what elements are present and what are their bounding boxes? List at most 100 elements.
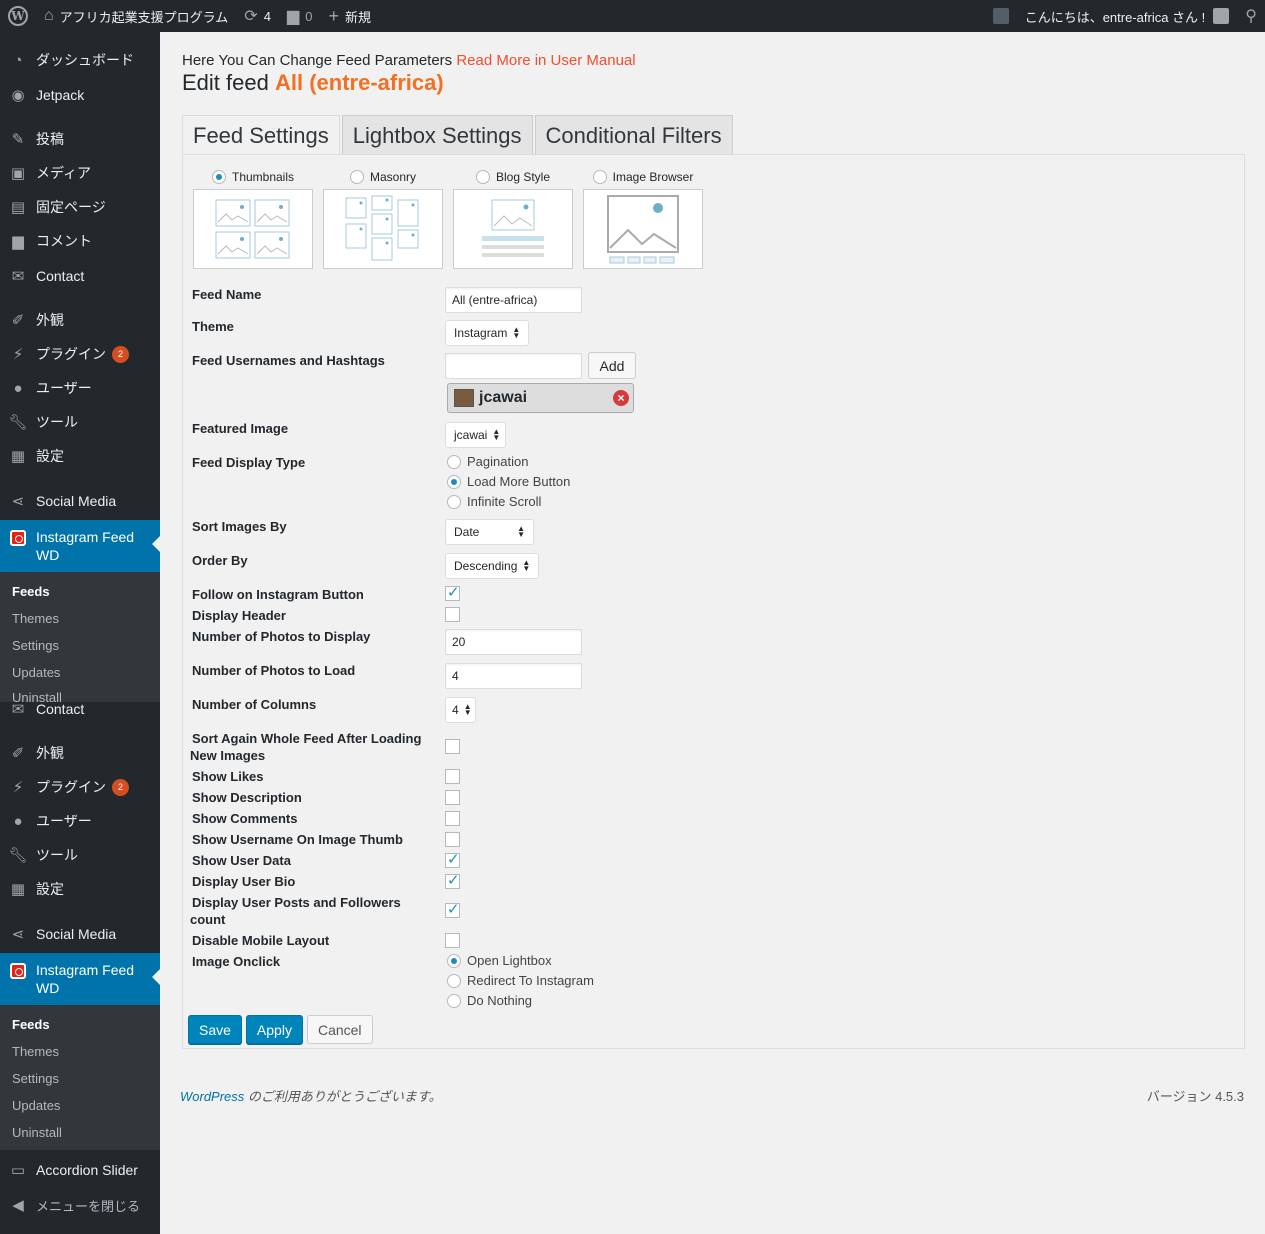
radio-button[interactable] [447,474,461,489]
submenu-uninstall[interactable]: Uninstall [12,1125,62,1140]
select-arrows-icon: ▲ ▼ [522,558,531,573]
feed-name-input[interactable]: All (entre-africa) [445,287,582,313]
menu-users-2[interactable]: ● ユーザー [0,804,160,838]
submenu-updates[interactable]: Updates [12,1098,60,1113]
mobile-layout-checkbox[interactable] [445,933,460,948]
onclick-do-nothing[interactable]: Do Nothing [447,993,532,1008]
sort-images-select[interactable]: Date ▲ ▼ [445,519,534,545]
menu-pages[interactable]: ▤ 固定ページ [0,190,160,224]
layout-radio[interactable] [349,170,364,184]
tab-lightbox-settings[interactable]: Lightbox Settings [341,115,533,155]
menu-plugins[interactable]: ⚡ プラグイン 2 [0,337,160,371]
cancel-button[interactable]: Cancel [306,1015,373,1044]
collapse-menu-button[interactable]: ◀ メニューを閉じる [0,1188,160,1222]
menu-social-media[interactable]: ⋖ Social Media [0,484,160,518]
show-likes-checkbox[interactable] [445,769,460,784]
display-header-checkbox[interactable] [445,607,460,622]
columns-select[interactable]: 4 ▲ ▼ [445,697,476,723]
updates-count: 4 [263,8,271,24]
layout-image-browser[interactable]: Image Browser [583,167,703,269]
menu-contact-2[interactable]: ✉ Contact [0,692,160,726]
menu-tools[interactable]: 🔧︎ ツール [0,405,160,439]
display-type-infinite-scroll[interactable]: Infinite Scroll [447,494,541,509]
display-type-load-more[interactable]: Load More Button [447,474,570,489]
menu-jetpack[interactable]: ◉ Jetpack [0,78,160,112]
photos-load-input[interactable]: 4 [445,663,582,689]
my-account-link[interactable]: こんにちは、entre-africa さん ! [1017,0,1238,32]
layout-radio[interactable] [592,170,607,184]
submenu-feeds[interactable]: Feeds [12,1017,50,1032]
display-type-pagination[interactable]: Pagination [447,454,528,469]
order-by-select[interactable]: Descending ▲ ▼ [445,553,539,579]
user-bio-checkbox[interactable] [445,871,460,889]
menu-comments[interactable]: ▆ コメント [0,224,160,258]
submenu-themes[interactable]: Themes [12,611,59,626]
posts-followers-checkbox[interactable] [445,900,460,918]
user-manual-link[interactable]: Read More in User Manual [456,52,635,69]
follow-button-checkbox[interactable] [445,583,460,601]
layout-radio[interactable] [211,170,226,184]
layout-blog-style[interactable]: Blog Style [453,167,573,269]
wp-logo-menu[interactable]: W [0,0,36,32]
menu-appearance[interactable]: ✐ 外観 [0,303,160,337]
menu-social-media-2[interactable]: ⋖ Social Media [0,917,160,951]
wordpress-link[interactable]: WordPress [180,1089,244,1104]
menu-instagram-feed-2[interactable]: Instagram Feed WD [0,953,160,1005]
menu-accordion-slider[interactable]: ▭ Accordion Slider [0,1153,160,1187]
menu-posts[interactable]: ✎ 投稿 [0,122,160,156]
comments-link[interactable]: ▆ 0 [279,0,321,32]
layout-radio[interactable] [475,170,490,184]
radio-button[interactable] [447,993,461,1008]
radio-button[interactable] [447,953,461,968]
add-username-button[interactable]: Add [588,352,636,379]
notifications-link[interactable] [985,0,1017,32]
onclick-open-lightbox[interactable]: Open Lightbox [447,953,552,968]
save-button[interactable]: Save [188,1015,242,1044]
sort-again-checkbox[interactable] [445,739,460,754]
menu-settings-2[interactable]: ▦ 設定 [0,872,160,906]
menu-instagram-feed[interactable]: Instagram Feed WD [0,520,160,572]
menu-settings[interactable]: ▦ 設定 [0,439,160,473]
submenu-feeds[interactable]: Feeds [12,584,50,599]
jetpack-icon: ◉ [11,87,25,104]
menu-plugins-2[interactable]: ⚡ プラグイン 2 [0,770,160,804]
menu-users[interactable]: ● ユーザー [0,371,160,405]
image-browser-preview-icon[interactable] [583,189,703,269]
menu-label: Instagram Feed WD [36,962,135,996]
updates-link[interactable]: ⟳ 4 [236,0,279,32]
menu-media[interactable]: ▣ メディア [0,156,160,190]
new-content-link[interactable]: + 新規 [320,0,379,32]
show-description-checkbox[interactable] [445,790,460,805]
menu-dashboard[interactable]: ◔ ダッシュボード [0,43,160,77]
thumbnails-preview-icon[interactable] [193,189,313,269]
username-thumb-checkbox[interactable] [445,832,460,847]
menu-tools-2[interactable]: 🔧︎ ツール [0,838,160,872]
radio-button[interactable] [447,494,461,509]
user-data-checkbox[interactable] [445,850,460,868]
submenu-themes[interactable]: Themes [12,1044,59,1059]
submenu-settings[interactable]: Settings [12,1071,59,1086]
submenu-settings[interactable]: Settings [12,638,59,653]
photos-display-input[interactable]: 20 [445,629,582,655]
submenu-updates[interactable]: Updates [12,665,60,680]
menu-label: Instagram Feed WD [36,529,135,563]
layout-thumbnails[interactable]: Thumbnails [193,167,313,269]
remove-user-icon[interactable]: × [613,390,629,406]
masonry-preview-icon[interactable] [323,189,443,269]
menu-contact[interactable]: ✉ Contact [0,259,160,293]
apply-button[interactable]: Apply [245,1015,303,1044]
radio-button[interactable] [447,973,461,988]
username-hashtag-input[interactable] [445,353,582,379]
blog-style-preview-icon[interactable] [453,189,573,269]
show-comments-checkbox[interactable] [445,811,460,826]
search-link[interactable]: ⚲ [1237,0,1265,32]
featured-image-select[interactable]: jcawai ▲ ▼ [445,422,506,448]
menu-appearance-2[interactable]: ✐ 外観 [0,736,160,770]
theme-select[interactable]: Instagram ▲ ▼ [445,320,529,346]
site-name-link[interactable]: ⌂ アフリカ起業支援プログラム [36,0,236,32]
tab-feed-settings[interactable]: Feed Settings [182,115,340,156]
onclick-redirect-instagram[interactable]: Redirect To Instagram [447,973,594,988]
layout-masonry[interactable]: Masonry [323,167,443,269]
radio-button[interactable] [447,454,461,469]
tab-conditional-filters[interactable]: Conditional Filters [534,115,733,155]
